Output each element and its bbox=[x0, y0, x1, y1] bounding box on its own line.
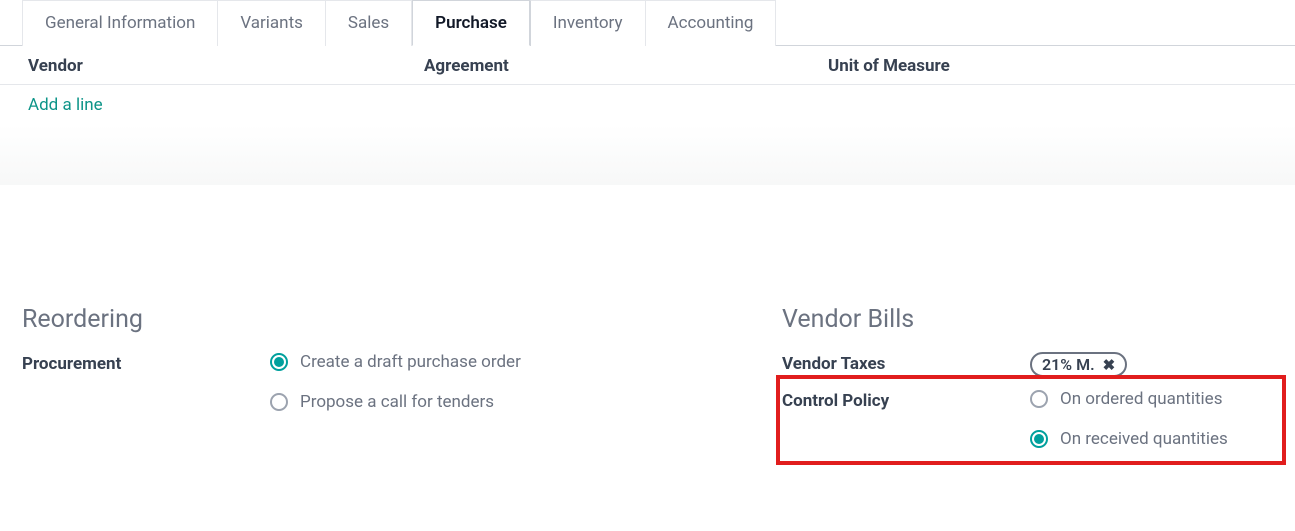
radio-icon bbox=[1030, 430, 1048, 448]
column-header-uom: Unit of Measure bbox=[828, 56, 1267, 76]
column-header-vendor: Vendor bbox=[28, 56, 424, 76]
vendor-taxes-value: 21% M. bbox=[1042, 355, 1095, 374]
tab-bar: General Information Variants Sales Purch… bbox=[0, 0, 1295, 46]
control-policy-option-ordered-label: On ordered quantities bbox=[1060, 389, 1222, 409]
tab-variants[interactable]: Variants bbox=[218, 0, 326, 46]
control-policy-option-received[interactable]: On received quantities bbox=[1030, 429, 1273, 449]
remove-tax-icon[interactable]: ✖ bbox=[1103, 356, 1116, 374]
control-policy-label: Control Policy bbox=[782, 389, 1030, 411]
radio-icon bbox=[270, 393, 288, 411]
vendor-bills-title: Vendor Bills bbox=[782, 305, 1273, 334]
tab-inventory[interactable]: Inventory bbox=[530, 0, 646, 46]
tab-sales[interactable]: Sales bbox=[326, 0, 412, 46]
reordering-section: Reordering Procurement Create a draft pu… bbox=[22, 305, 742, 475]
vendor-table-body: Add a line bbox=[0, 85, 1295, 185]
vendor-table-header: Vendor Agreement Unit of Measure bbox=[0, 46, 1295, 85]
form-sections: Reordering Procurement Create a draft pu… bbox=[0, 305, 1295, 475]
reordering-title: Reordering bbox=[22, 305, 742, 334]
control-policy-option-ordered[interactable]: On ordered quantities bbox=[1030, 389, 1273, 409]
spacer bbox=[0, 185, 1295, 305]
vendor-taxes-label: Vendor Taxes bbox=[782, 352, 1030, 374]
tab-accounting[interactable]: Accounting bbox=[646, 0, 777, 46]
procurement-option-call-tenders[interactable]: Propose a call for tenders bbox=[270, 392, 742, 412]
vendor-taxes-tag[interactable]: 21% M. ✖ bbox=[1030, 352, 1127, 377]
procurement-label: Procurement bbox=[22, 352, 270, 374]
procurement-option-draft-po[interactable]: Create a draft purchase order bbox=[270, 352, 742, 372]
add-a-line-link[interactable]: Add a line bbox=[28, 85, 103, 125]
radio-icon bbox=[1030, 390, 1048, 408]
procurement-option-call-tenders-label: Propose a call for tenders bbox=[300, 392, 494, 412]
tab-general-information[interactable]: General Information bbox=[22, 0, 218, 46]
control-policy-option-received-label: On received quantities bbox=[1060, 429, 1228, 449]
tab-purchase[interactable]: Purchase bbox=[412, 0, 530, 46]
procurement-option-draft-po-label: Create a draft purchase order bbox=[300, 352, 521, 372]
vendor-bills-section: Vendor Bills Vendor Taxes 21% M. ✖ Contr… bbox=[782, 305, 1273, 475]
radio-icon bbox=[270, 353, 288, 371]
column-header-agreement: Agreement bbox=[424, 56, 828, 76]
